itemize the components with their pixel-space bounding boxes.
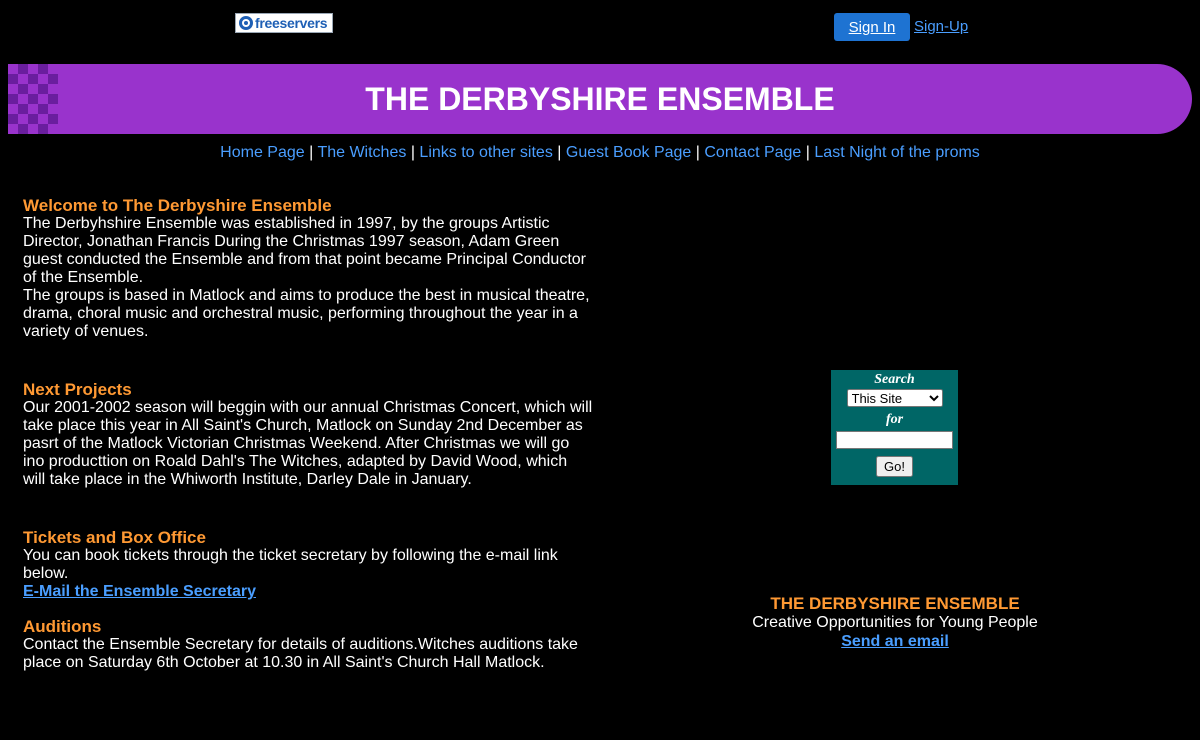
ensemble-footer: THE DERBYSHIRE ENSEMBLE Creative Opportu…	[700, 594, 1090, 651]
tickets-heading: Tickets and Box Office	[23, 528, 206, 547]
nav-home-page[interactable]: Home Page	[220, 144, 305, 161]
tickets-paragraph: You can book tickets through the ticket …	[23, 547, 558, 582]
site-banner: THE DERBYSHIRE ENSEMBLE	[8, 64, 1192, 134]
nav-guest-book[interactable]: Guest Book Page	[566, 144, 691, 161]
freeservers-logo[interactable]: freeservers	[235, 13, 333, 33]
sign-in-button[interactable]: Sign In	[834, 13, 910, 41]
footer-subtitle: Creative Opportunities for Young People	[752, 614, 1038, 631]
welcome-section: Welcome to The Derbyshire Ensemble The D…	[23, 196, 593, 341]
nav-links-other-sites[interactable]: Links to other sites	[419, 144, 552, 161]
next-projects-heading: Next Projects	[23, 380, 132, 399]
search-for-label: for	[885, 412, 904, 427]
nav-separator: |	[805, 144, 810, 161]
tickets-section: Tickets and Box Office You can book tick…	[23, 528, 593, 601]
send-email-link[interactable]: Send an email	[841, 633, 949, 650]
main-content: Welcome to The Derbyshire Ensemble The D…	[23, 196, 593, 672]
site-title: THE DERBYSHIRE ENSEMBLE	[365, 80, 835, 117]
nav-separator: |	[557, 144, 562, 161]
search-label: Search	[874, 372, 915, 387]
freeservers-logo-icon	[239, 16, 253, 30]
nav-last-night-proms[interactable]: Last Night of the proms	[814, 144, 979, 161]
welcome-heading: Welcome to The Derbyshire Ensemble	[23, 196, 332, 215]
next-projects-section: Next Projects Our 2001-2002 season will …	[23, 380, 593, 489]
welcome-paragraph-2: The groups is based in Matlock and aims …	[23, 287, 590, 340]
nav-the-witches[interactable]: The Witches	[317, 144, 406, 161]
auditions-heading: Auditions	[23, 617, 102, 636]
welcome-paragraph-1: The Derbyhshire Ensemble was established…	[23, 215, 586, 286]
nav-separator: |	[695, 144, 700, 161]
freeservers-logo-text: freeservers	[255, 15, 328, 31]
search-go-button[interactable]: Go!	[876, 455, 913, 477]
email-secretary-link[interactable]: E-Mail the Ensemble Secretary	[23, 583, 256, 600]
nav-contact-page[interactable]: Contact Page	[704, 144, 801, 161]
next-projects-paragraph: Our 2001-2002 season will beggin with ou…	[23, 399, 593, 488]
nav-separator: |	[309, 144, 314, 161]
sign-up-link[interactable]: Sign-Up	[914, 18, 968, 35]
search-input[interactable]	[836, 431, 953, 449]
nav-separator: |	[410, 144, 415, 161]
footer-title: THE DERBYSHIRE ENSEMBLE	[770, 594, 1020, 613]
auditions-section: Auditions Contact the Ensemble Secretary…	[23, 617, 593, 672]
auditions-paragraph: Contact the Ensemble Secretary for detai…	[23, 636, 578, 671]
search-scope-select[interactable]: This Site	[846, 389, 943, 407]
main-nav: Home Page | The Witches | Links to other…	[0, 144, 1200, 162]
search-box: Search This Site for Go!	[831, 370, 958, 485]
